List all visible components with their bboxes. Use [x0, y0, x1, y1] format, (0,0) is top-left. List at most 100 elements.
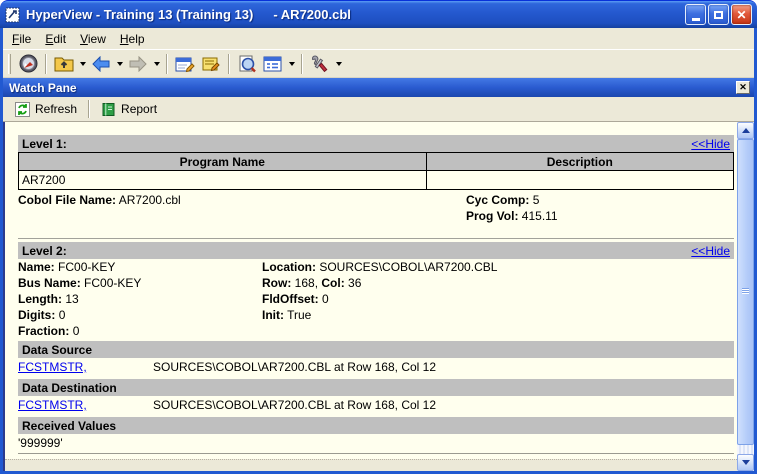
chevron-down-icon — [336, 62, 342, 66]
data-source-header-bar: Data Source — [18, 341, 734, 358]
notes-icon — [201, 55, 221, 73]
forward-button[interactable] — [125, 52, 151, 76]
watch-pane-close-button[interactable]: ✕ — [736, 81, 750, 94]
folder-up-button[interactable] — [51, 52, 77, 76]
toolbar-separator — [88, 100, 90, 118]
pane-resize-strip — [5, 459, 737, 471]
level1-header-bar: Level 1: <<Hide — [18, 135, 734, 152]
back-dropdown[interactable] — [114, 52, 125, 76]
minimize-button[interactable] — [685, 4, 706, 25]
level1-hide-link[interactable]: <<Hide — [691, 137, 730, 151]
back-arrow-icon — [91, 56, 111, 72]
scrollbar-thumb[interactable] — [737, 139, 754, 445]
minimize-icon — [692, 18, 700, 21]
back-button[interactable] — [88, 52, 114, 76]
data-destination-header-bar: Data Destination — [18, 379, 734, 396]
folder-up-icon — [54, 55, 74, 73]
tools-button[interactable] — [307, 52, 333, 76]
section-divider — [18, 238, 734, 239]
list-view-icon — [263, 55, 283, 73]
window-title: HyperView - Training 13 (Training 13) — [26, 7, 253, 22]
menu-help[interactable]: Help — [113, 30, 152, 48]
data-source-location: SOURCES\COBOL\AR7200.CBL at Row 168, Col… — [153, 359, 436, 376]
cobol-file-name-field: Cobol File Name: AR7200.cbl — [18, 192, 466, 208]
vertical-scrollbar[interactable] — [737, 122, 754, 471]
list-view-dropdown[interactable] — [286, 52, 297, 76]
close-button[interactable]: ✕ — [731, 4, 752, 25]
menu-bar: File Edit View Help — [3, 28, 754, 49]
properties-icon — [175, 55, 195, 73]
digits-field: Digits: 0 — [18, 307, 262, 323]
hyperview-app-icon — [5, 7, 21, 23]
main-toolbar — [3, 49, 754, 78]
refresh-button[interactable]: Refresh — [9, 100, 83, 119]
data-destination-title: Data Destination — [22, 381, 117, 395]
length-field: Length: 13 — [18, 291, 262, 307]
report-icon — [101, 102, 116, 117]
toolbar-separator — [166, 54, 168, 74]
maximize-button[interactable] — [708, 4, 729, 25]
compass-button[interactable] — [15, 52, 41, 76]
fraction-field: Fraction: 0 — [18, 323, 262, 339]
toolbar-separator — [228, 54, 230, 74]
menu-file[interactable]: File — [5, 30, 38, 48]
toolbar-separator — [301, 54, 303, 74]
tools-dropdown[interactable] — [333, 52, 344, 76]
row-col-field: Row: 168, Col: 36 — [262, 275, 734, 291]
level2-title: Level 2: — [22, 244, 67, 258]
cell-description — [426, 171, 733, 190]
arrow-down-icon — [742, 460, 750, 465]
data-destination-location: SOURCES\COBOL\AR7200.CBL at Row 168, Col… — [153, 397, 436, 414]
watch-pane-titlebar: Watch Pane ✕ — [3, 78, 754, 97]
column-header-description: Description — [426, 153, 733, 171]
received-values-title: Received Values — [22, 419, 116, 433]
toolbar-separator — [45, 54, 47, 74]
folder-up-dropdown[interactable] — [77, 52, 88, 76]
toolbar-grip — [8, 54, 11, 74]
tools-icon — [311, 55, 329, 73]
data-source-title: Data Source — [22, 343, 92, 357]
search-button[interactable] — [234, 52, 260, 76]
level1-title: Level 1: — [22, 137, 67, 151]
report-button[interactable]: Report — [95, 100, 163, 119]
list-view-button[interactable] — [260, 52, 286, 76]
data-destination-link[interactable]: FCSTMSTR, — [18, 397, 153, 414]
cell-program-name: AR7200 — [19, 171, 427, 190]
data-source-link[interactable]: FCSTMSTR, — [18, 359, 153, 376]
close-icon: ✕ — [736, 9, 746, 21]
forward-arrow-icon — [128, 56, 148, 72]
notes-button[interactable] — [198, 52, 224, 76]
refresh-label: Refresh — [35, 102, 77, 116]
properties-button[interactable] — [172, 52, 198, 76]
level2-hide-link[interactable]: <<Hide — [691, 244, 730, 258]
compass-icon — [19, 54, 38, 73]
menu-edit[interactable]: Edit — [38, 30, 73, 48]
bus-name-field: Bus Name: FC00-KEY — [18, 275, 262, 291]
level2-header-bar: Level 2: <<Hide — [18, 242, 734, 259]
watch-pane-toolbar: Refresh Report — [3, 97, 754, 122]
watch-pane-title: Watch Pane — [9, 81, 77, 95]
menu-view[interactable]: View — [73, 30, 113, 48]
report-label: Report — [121, 102, 157, 116]
chevron-down-icon — [289, 62, 295, 66]
maximize-icon — [714, 11, 723, 19]
scroll-down-button[interactable] — [737, 454, 754, 471]
scrollbar-grip — [742, 288, 749, 294]
refresh-icon — [15, 102, 30, 117]
watch-pane-content: Level 1: <<Hide Program Name Description… — [3, 122, 754, 471]
received-value: '999999' — [18, 434, 734, 454]
scroll-up-button[interactable] — [737, 122, 754, 139]
table-row: AR7200 — [19, 171, 734, 190]
data-source-row: FCSTMSTR, SOURCES\COBOL\AR7200.CBL at Ro… — [18, 358, 734, 377]
forward-dropdown[interactable] — [151, 52, 162, 76]
init-field: Init: True — [262, 307, 734, 323]
cyc-comp-field: Cyc Comp: 5 — [466, 192, 734, 208]
received-values-header-bar: Received Values — [18, 417, 734, 434]
data-destination-row: FCSTMSTR, SOURCES\COBOL\AR7200.CBL at Ro… — [18, 396, 734, 415]
chevron-down-icon — [117, 62, 123, 66]
search-document-icon — [238, 55, 257, 73]
level1-table: Program Name Description AR7200 — [18, 152, 734, 190]
window-subtitle: - AR7200.cbl — [273, 7, 351, 22]
title-bar: HyperView - Training 13 (Training 13) - … — [0, 0, 757, 28]
prog-vol-field: Prog Vol: 415.11 — [466, 208, 734, 224]
